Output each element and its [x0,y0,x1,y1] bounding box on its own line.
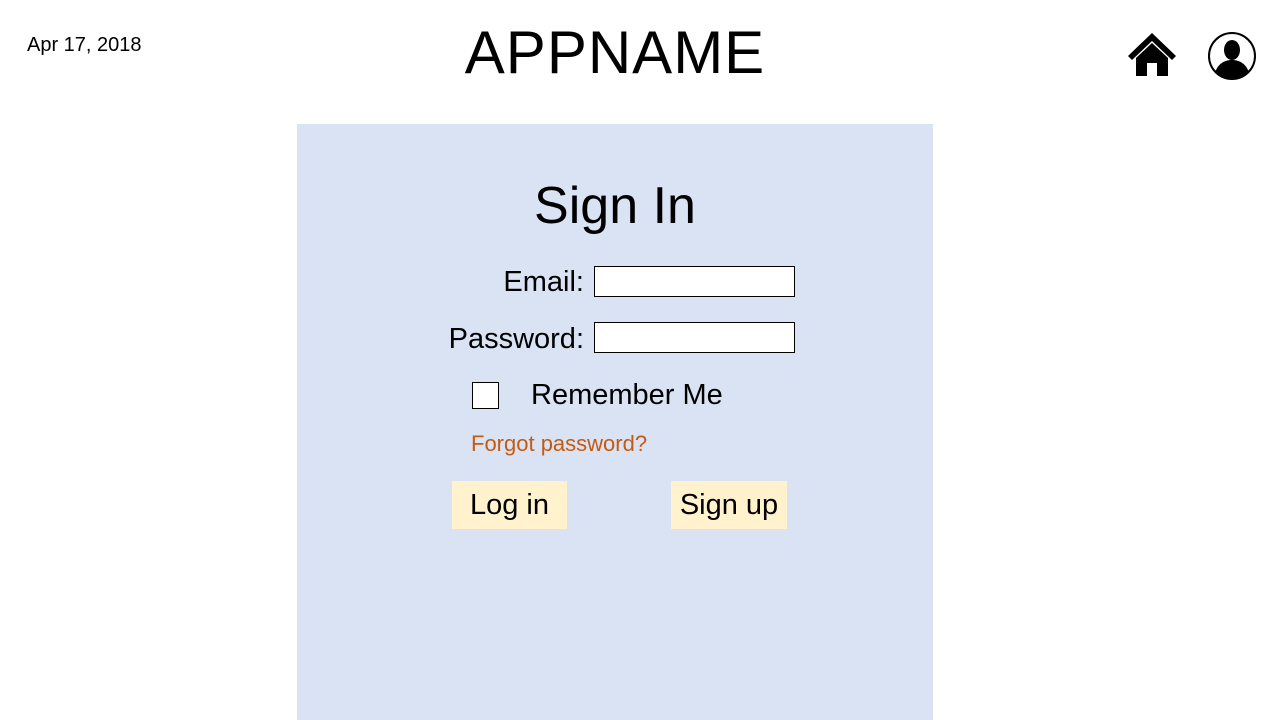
profile-button[interactable] [1207,31,1257,81]
login-button[interactable]: Log in [452,481,567,529]
password-label: Password: [448,323,584,355]
home-icon [1128,33,1176,76]
signin-panel: Sign In Email: Password: Remember Me For… [297,124,933,720]
remember-me-label: Remember Me [531,379,723,411]
page: Apr 17, 2018 APPNAME Sign In Email: Pass… [0,0,1280,720]
remember-me-checkbox[interactable] [472,382,499,409]
email-label: Email: [503,266,584,298]
app-title: APPNAME [464,19,766,86]
signin-title: Sign In [534,177,696,235]
home-button[interactable] [1126,30,1178,78]
signup-button[interactable]: Sign up [671,481,787,529]
email-field[interactable] [594,266,795,297]
forgot-password-link[interactable]: Forgot password? [471,431,647,457]
user-profile-icon [1208,32,1256,80]
password-field[interactable] [594,322,795,353]
